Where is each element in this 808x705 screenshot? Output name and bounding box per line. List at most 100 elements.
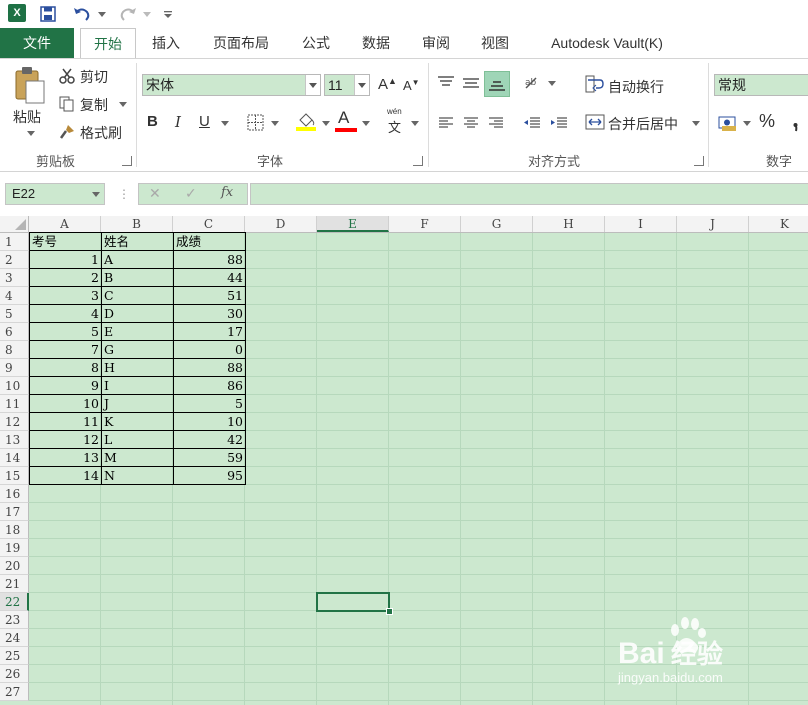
tab-formulas[interactable]: 公式 [292,28,340,58]
cut-button-label[interactable]: 剪切 [80,67,108,87]
tab-home[interactable]: 开始 [80,28,136,59]
column-header-a[interactable]: A [29,216,101,232]
tab-view[interactable]: 视图 [471,28,519,58]
table-header-cell[interactable]: 姓名 [101,232,174,251]
accounting-dropdown-icon[interactable] [743,121,751,126]
row-header-3[interactable]: 3 [0,269,29,287]
table-cell[interactable]: L [101,430,174,449]
table-header-cell[interactable]: 考号 [29,232,102,251]
table-cell[interactable]: 9 [29,376,102,395]
column-header-c[interactable]: C [173,216,245,232]
table-cell[interactable]: 12 [29,430,102,449]
tab-page-layout[interactable]: 页面布局 [200,28,282,58]
font-name-dropdown-icon[interactable] [305,75,320,95]
table-cell[interactable]: 30 [173,304,246,323]
align-right-icon[interactable] [484,111,508,135]
save-icon[interactable] [36,3,60,25]
underline-dropdown-icon[interactable] [221,121,229,126]
phonetic-dropdown-icon[interactable] [411,121,419,126]
format-painter-icon[interactable] [58,123,76,141]
table-cell[interactable]: I [101,376,174,395]
table-cell[interactable]: K [101,412,174,431]
column-header-j[interactable]: J [677,216,749,232]
tab-review[interactable]: 审阅 [412,28,460,58]
font-dialog-launcher-icon[interactable] [413,156,423,166]
name-box-dropdown-icon[interactable] [92,192,100,197]
row-header-8[interactable]: 8 [0,341,29,359]
row-header-17[interactable]: 17 [0,503,29,521]
table-cell[interactable]: 88 [173,358,246,377]
insert-function-icon[interactable]: fx [221,185,233,200]
name-box[interactable]: E22 [5,183,105,205]
cancel-entry-icon[interactable]: ✕ [149,185,161,202]
row-header-13[interactable]: 13 [0,431,29,449]
clipboard-dialog-launcher-icon[interactable] [122,156,132,166]
row-header-20[interactable]: 20 [0,557,29,575]
italic-button[interactable]: I [175,113,181,131]
copy-icon[interactable] [58,95,76,113]
merge-center-label[interactable]: 合并后居中 [608,114,678,134]
tab-data[interactable]: 数据 [352,28,400,58]
column-header-k[interactable]: K [749,216,808,232]
table-cell[interactable]: 44 [173,268,246,287]
phonetic-guide-icon[interactable]: 文 [388,117,401,136]
table-cell[interactable]: 5 [173,394,246,413]
percent-style-button[interactable]: % [759,111,775,132]
table-cell[interactable]: A [101,250,174,269]
font-name-combo[interactable]: 宋体 [142,74,321,96]
table-cell[interactable]: 2 [29,268,102,287]
increase-indent-icon[interactable] [547,111,571,135]
row-header-15[interactable]: 15 [0,467,29,485]
table-cell[interactable]: 95 [173,466,246,485]
row-header-16[interactable]: 16 [0,485,29,503]
redo-icon[interactable] [116,3,140,25]
table-cell[interactable]: 3 [29,286,102,305]
decrease-font-size-icon[interactable]: A▼ [403,78,420,93]
tab-file[interactable]: 文件 [0,28,74,58]
align-bottom-icon[interactable] [484,71,510,97]
table-cell[interactable]: 11 [29,412,102,431]
table-cell[interactable]: E [101,322,174,341]
table-cell[interactable]: 8 [29,358,102,377]
tab-autodesk-vault[interactable]: Autodesk Vault(K) [534,28,680,58]
excel-logo-icon[interactable]: X [8,4,26,22]
copy-button-label[interactable]: 复制 [80,95,108,115]
fill-color-icon[interactable] [294,109,318,133]
paste-icon[interactable] [12,65,48,105]
table-cell[interactable]: 86 [173,376,246,395]
table-cell[interactable]: C [101,286,174,305]
merge-center-icon[interactable] [584,111,606,133]
format-painter-label[interactable]: 格式刷 [80,123,122,143]
comma-style-icon[interactable] [786,111,808,135]
orientation-icon[interactable]: ab [520,71,546,95]
copy-dropdown-icon[interactable] [119,102,127,107]
tab-insert[interactable]: 插入 [142,28,190,58]
active-cell-selection[interactable] [316,592,390,612]
table-cell[interactable]: 7 [29,340,102,359]
row-header-14[interactable]: 14 [0,449,29,467]
redo-dropdown-icon[interactable] [143,12,151,17]
wrap-text-icon[interactable] [584,73,606,95]
bold-button[interactable]: B [147,113,158,130]
table-cell[interactable]: H [101,358,174,377]
table-cell[interactable]: M [101,448,174,467]
table-cell[interactable]: 17 [173,322,246,341]
row-header-21[interactable]: 21 [0,575,29,593]
paste-dropdown-icon[interactable] [27,131,35,136]
table-header-cell[interactable]: 成绩 [173,232,246,251]
table-cell[interactable]: D [101,304,174,323]
row-header-18[interactable]: 18 [0,521,29,539]
row-header-10[interactable]: 10 [0,377,29,395]
row-header-12[interactable]: 12 [0,413,29,431]
confirm-entry-icon[interactable]: ✓ [185,185,197,202]
table-cell[interactable]: 10 [29,394,102,413]
row-header-1[interactable]: 1 [0,233,29,251]
column-header-b[interactable]: B [101,216,173,232]
borders-dropdown-icon[interactable] [271,121,279,126]
row-header-9[interactable]: 9 [0,359,29,377]
row-header-23[interactable]: 23 [0,611,29,629]
row-header-27[interactable]: 27 [0,683,29,701]
table-cell[interactable]: 4 [29,304,102,323]
table-cell[interactable]: G [101,340,174,359]
paste-button-label[interactable]: 粘贴 [13,107,41,127]
